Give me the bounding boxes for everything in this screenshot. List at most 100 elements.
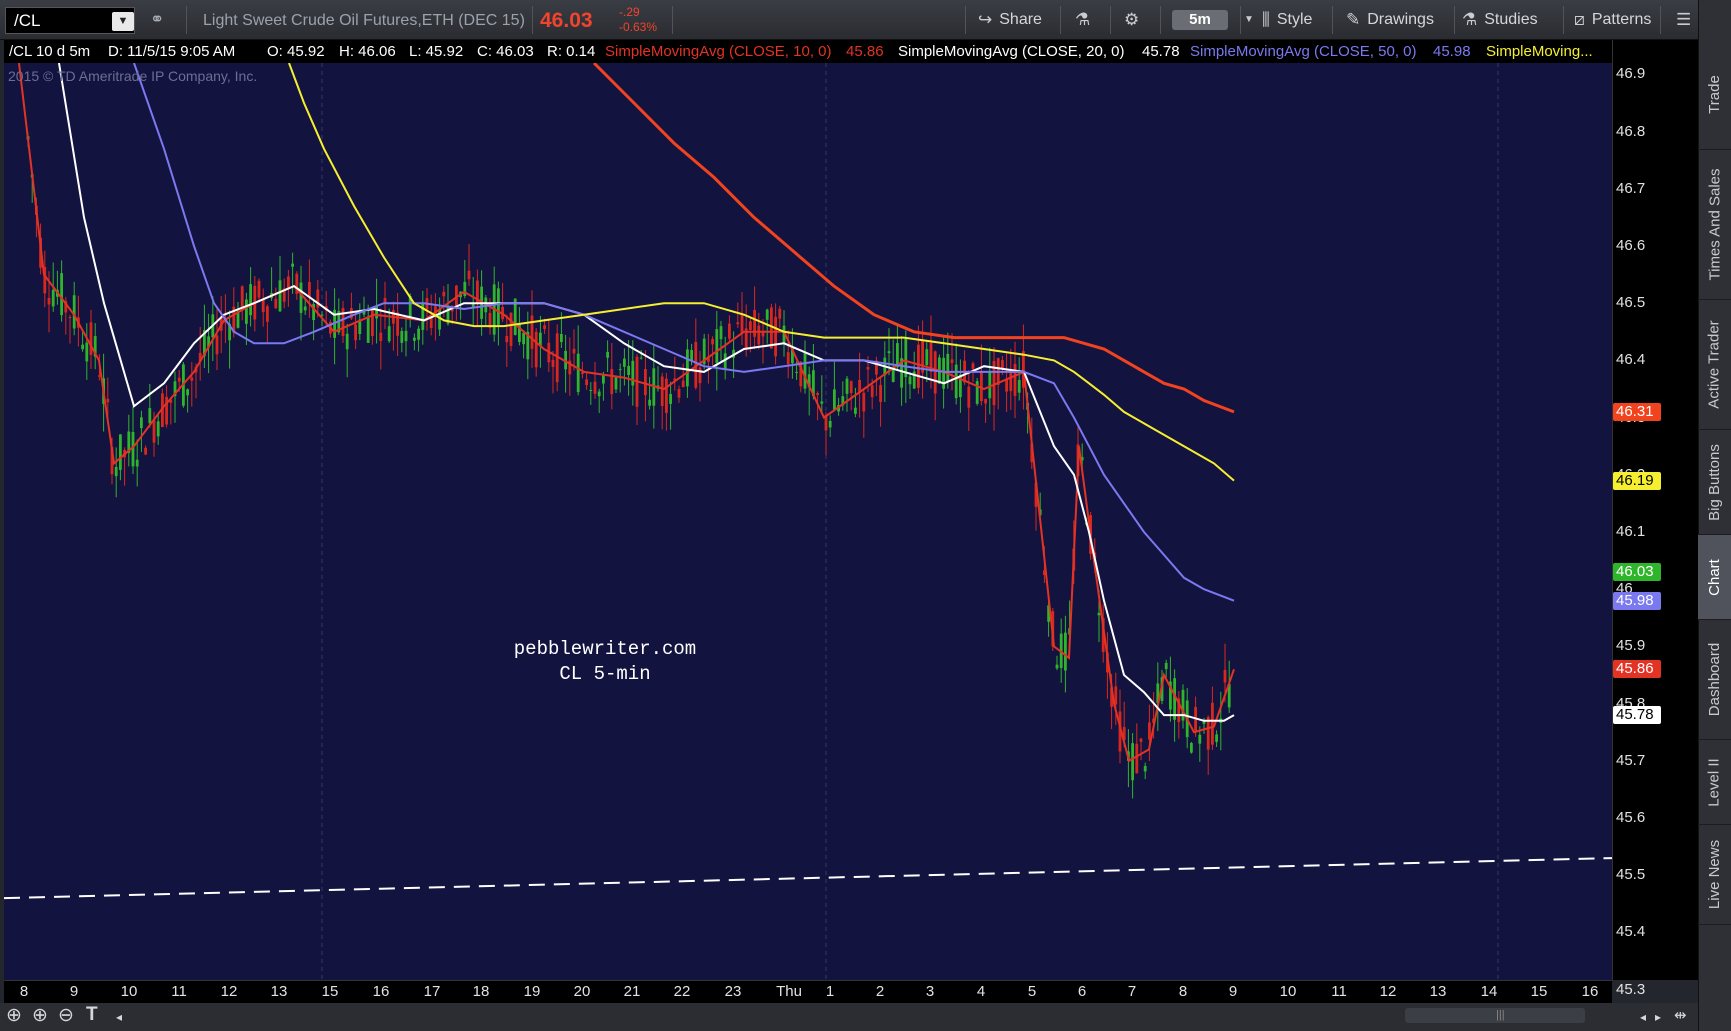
candle-body [660, 376, 664, 407]
scroll-right-icon[interactable]: ▸ [1655, 1010, 1661, 1024]
candle-body [375, 306, 378, 319]
time-tick-label: 11 [171, 983, 187, 1000]
legend-sma-more[interactable]: SimpleMoving... [1486, 43, 1593, 60]
text-tool-icon[interactable]: T [86, 1004, 98, 1026]
timeframe-dropdown[interactable]: ▼ [1244, 0, 1254, 40]
candle-body [1017, 379, 1021, 393]
time-tick-label: 9 [1228, 983, 1238, 1000]
style-button[interactable]: ⫼ Style [1262, 0, 1312, 40]
settings-button[interactable]: ⚙ [1124, 0, 1139, 40]
candle-body [648, 399, 651, 406]
candle-body [870, 385, 874, 398]
candle-body [560, 334, 563, 343]
candle-body [665, 378, 668, 413]
candle-body [618, 369, 622, 371]
timeframe-selector[interactable]: 5m [1172, 10, 1228, 30]
candle-body [152, 419, 156, 443]
candle-body [631, 360, 635, 386]
studies-label: Studies [1484, 11, 1538, 28]
scroll-left-icon[interactable]: ◂ [116, 1010, 122, 1024]
expand-icon[interactable]: ⇹ [1674, 1006, 1687, 1024]
zoom-out-icon[interactable]: ⊖ [58, 1004, 74, 1027]
candle-body [866, 367, 870, 370]
drawings-button[interactable]: ✎ Drawings [1346, 0, 1434, 40]
candle-body [261, 300, 265, 313]
candle-body [820, 401, 824, 404]
symbol-selector[interactable]: /CL ▼ [5, 7, 135, 34]
drawings-label: Drawings [1367, 11, 1434, 28]
price-tick-label: 46.5 [1616, 294, 1646, 312]
side-tab-label: Trade [1706, 75, 1724, 114]
candle-body [904, 337, 908, 377]
price-chart[interactable] [4, 63, 1612, 980]
time-tick-label: 7 [1127, 983, 1137, 1000]
share-button[interactable]: ↪ Share [978, 0, 1042, 40]
toolbar-divider [1454, 6, 1455, 34]
time-tick-label: 14 [1480, 983, 1498, 1000]
candle-body [1143, 765, 1147, 772]
legend-sma20[interactable]: SimpleMovingAvg (CLOSE, 20, 0) [898, 43, 1125, 60]
candle-body [723, 353, 727, 370]
time-tick-label: 16 [372, 983, 390, 1000]
legend-date: D: 11/5/15 9:05 AM [108, 43, 236, 60]
side-tab-active-trader[interactable]: Active Trader [1698, 300, 1731, 430]
side-tab-dashboard[interactable]: Dashboard [1698, 620, 1731, 740]
time-tick-label: 3 [925, 983, 935, 1000]
horizontal-scrollbar[interactable] [1405, 1008, 1585, 1023]
trendline [4, 857, 1612, 900]
legend-sma10[interactable]: SimpleMovingAvg (CLOSE, 10, 0) [605, 43, 832, 60]
side-tab-big-buttons[interactable]: Big Buttons [1698, 430, 1731, 535]
price-tick-label: 45.9 [1616, 637, 1646, 655]
time-tick-label: 12 [220, 983, 238, 1000]
candle-body [757, 325, 761, 345]
link-icon[interactable]: ⚭ [150, 10, 164, 30]
side-tab-level-ii[interactable]: Level II [1698, 740, 1731, 825]
time-tick-label: 13 [1429, 983, 1447, 1000]
side-tab-times-and-sales[interactable]: Times And Sales [1698, 150, 1731, 300]
toolbar-divider [532, 6, 533, 34]
candle-body [1064, 632, 1067, 671]
candle-body [551, 359, 555, 368]
candle-body [60, 273, 63, 316]
candle-body [245, 299, 248, 324]
zoom-in-icon[interactable]: ⊕ [32, 1004, 48, 1027]
candle-body [1009, 370, 1013, 392]
instrument-description: Light Sweet Crude Oil Futures,ETH (DEC 1… [203, 12, 525, 29]
toolbar-divider [1240, 6, 1241, 34]
candle-body [240, 286, 244, 310]
menu-button[interactable]: ☰ [1676, 0, 1691, 40]
side-tab-chart[interactable]: Chart [1698, 535, 1731, 620]
scroll-left-icon[interactable]: ◂ [1640, 1010, 1646, 1024]
candle-body [404, 330, 408, 342]
scrollbar-grip-icon[interactable]: ||| [1496, 1009, 1505, 1021]
candle-body [89, 322, 93, 355]
time-axis[interactable] [4, 980, 1612, 1003]
candle-body [1139, 738, 1143, 742]
time-tick-label: 2 [875, 983, 885, 1000]
crosshair-icon[interactable]: ⊕ [6, 1004, 22, 1027]
time-tick-label: 15 [1530, 983, 1548, 1000]
candle-body [509, 312, 513, 347]
candle-body [1055, 664, 1059, 669]
candle-body [740, 314, 744, 334]
price-badge: 45.86 [1613, 660, 1661, 679]
flask-button[interactable]: ⚗ [1075, 0, 1090, 40]
patterns-button[interactable]: ⧄ Patterns [1574, 0, 1651, 40]
time-tick-label: 1 [825, 983, 835, 1000]
flask-icon: ⚗ [1462, 10, 1478, 29]
candle-body [984, 398, 987, 404]
time-tick-label: 18 [472, 983, 490, 1000]
legend-open: O: 45.92 [267, 43, 325, 60]
candle-body [803, 353, 807, 389]
candle-body [144, 447, 147, 455]
chevron-down-icon[interactable]: ▼ [112, 12, 134, 31]
legend-sma50[interactable]: SimpleMovingAvg (CLOSE, 50, 0) [1190, 43, 1417, 60]
candle-body [1135, 743, 1139, 774]
price-tick-label: 45.4 [1616, 923, 1646, 941]
chart-window: /CL ▼ ⚭ Light Sweet Crude Oil Futures,ET… [0, 0, 1731, 1031]
candle-body [413, 337, 416, 341]
legend-sma20-value: 45.78 [1142, 43, 1180, 60]
side-tab-trade[interactable]: Trade [1698, 40, 1731, 150]
side-tab-live-news[interactable]: Live News [1698, 825, 1731, 925]
studies-button[interactable]: ⚗ Studies [1462, 0, 1538, 40]
